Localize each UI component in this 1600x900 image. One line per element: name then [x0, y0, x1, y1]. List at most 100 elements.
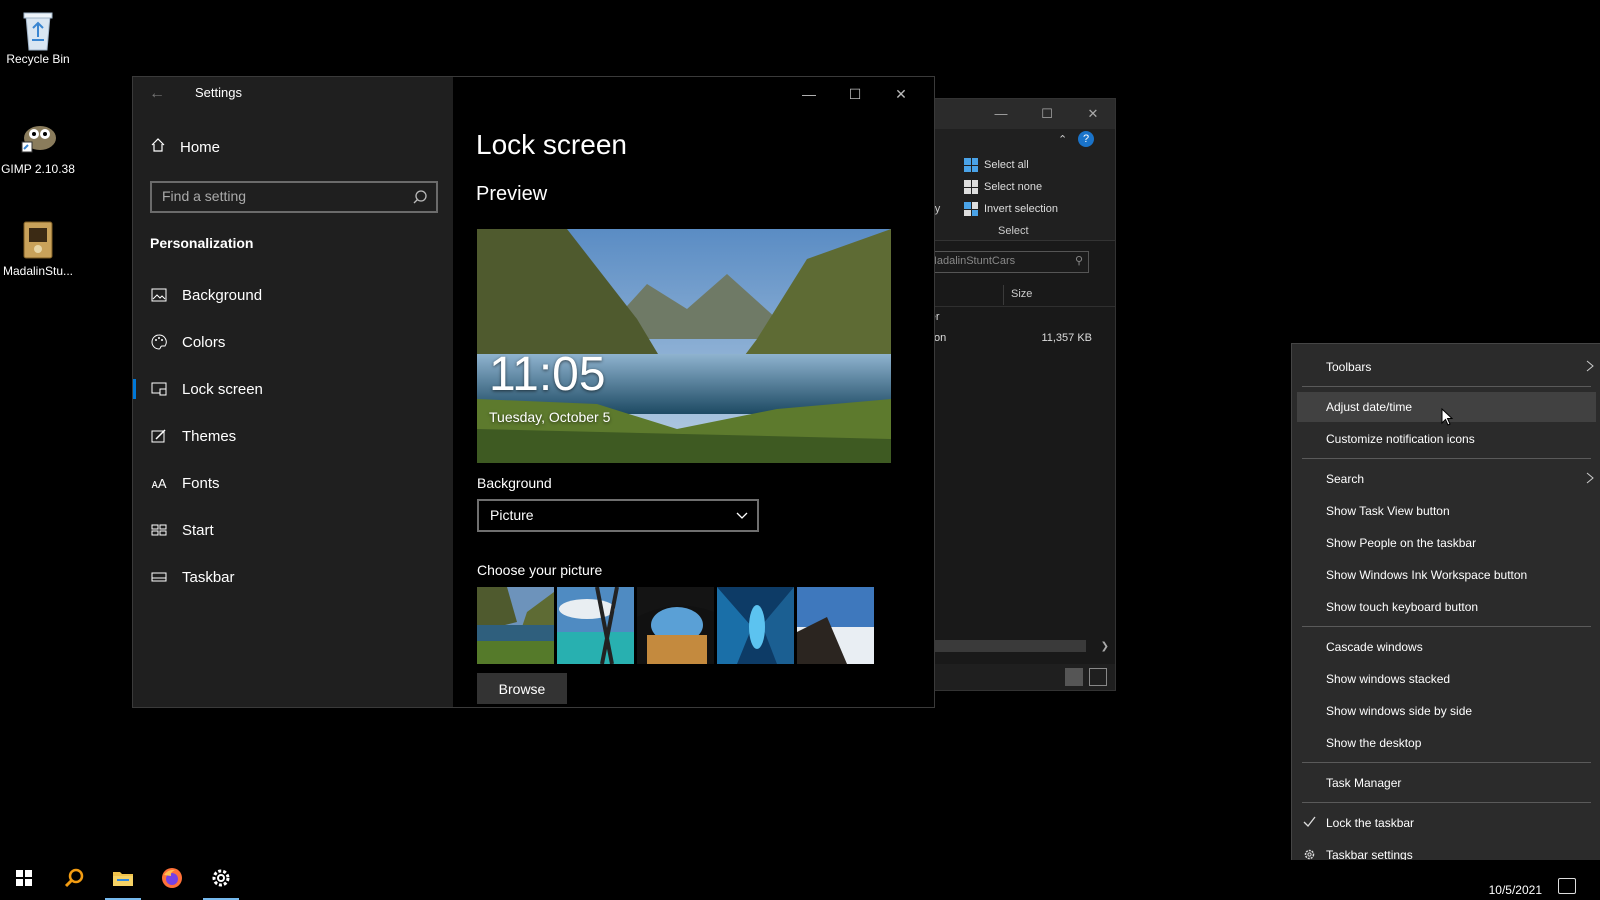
preview-heading: Preview: [476, 183, 548, 205]
list-item[interactable]: lication11,357 KB: [912, 332, 1092, 344]
select-all-button[interactable]: Select all: [964, 158, 1029, 172]
help-icon[interactable]: ?: [1078, 131, 1094, 147]
desktop-icon-gimp[interactable]: GIMP 2.10.38: [0, 118, 76, 176]
close-button[interactable]: ✕: [878, 79, 924, 109]
nav-item-colors[interactable]: Colors: [133, 322, 453, 362]
nav-item-lock-screen[interactable]: Lock screen: [133, 369, 453, 409]
minimize-button[interactable]: —: [986, 104, 1016, 124]
menu-item-show-ink-workspace[interactable]: Show Windows Ink Workspace button: [1292, 560, 1600, 590]
search-icon: ⚲: [1074, 255, 1083, 267]
search-icon: [412, 189, 428, 208]
file-explorer-window[interactable]: — ☐ ✕ ⌃ ? pen dit istory Select all Sele…: [905, 98, 1116, 691]
menu-item-task-manager[interactable]: Task Manager: [1292, 768, 1600, 798]
nav-item-fonts[interactable]: ᴀΑ Fonts: [133, 463, 453, 503]
close-button[interactable]: ✕: [1078, 104, 1108, 124]
nav-item-background[interactable]: Background: [133, 275, 453, 315]
browse-button[interactable]: Browse: [477, 673, 567, 704]
menu-separator: [1302, 802, 1591, 803]
application-icon: [18, 220, 58, 260]
scroll-right-icon[interactable]: ❯: [1101, 641, 1109, 652]
menu-item-windows-side-by-side[interactable]: Show windows side by side: [1292, 696, 1600, 726]
lock-time: 11:05: [489, 348, 606, 401]
nav-item-start[interactable]: Start: [133, 510, 453, 550]
file-explorer-button[interactable]: [99, 860, 147, 900]
invert-selection-button[interactable]: Invert selection: [964, 202, 1058, 216]
window-title: Settings: [195, 85, 242, 100]
picture-thumbnail-arch[interactable]: [637, 587, 714, 664]
menu-separator: [1302, 458, 1591, 459]
explorer-column-header: e Size: [906, 283, 1115, 307]
column-size-header[interactable]: Size: [1011, 288, 1032, 300]
nav-item-themes[interactable]: Themes: [133, 416, 453, 456]
menu-item-show-touch-keyboard[interactable]: Show touch keyboard button: [1292, 592, 1600, 622]
mouse-cursor-icon: [1441, 407, 1454, 431]
settings-sidebar: ← Settings Home Find a setting Personali…: [133, 77, 453, 707]
large-icons-view-icon[interactable]: [1089, 668, 1107, 686]
start-button[interactable]: [0, 860, 48, 900]
back-arrow-icon[interactable]: ←: [149, 85, 165, 103]
select-none-icon: [964, 180, 978, 194]
background-dropdown[interactable]: Picture: [477, 499, 759, 532]
file-explorer-icon: [112, 869, 134, 892]
taskbar-clock-date[interactable]: 10/5/2021: [1489, 883, 1542, 897]
lock-screen-preview: 11:05 Tuesday, October 5: [477, 229, 891, 463]
picture-icon: [150, 286, 168, 304]
taskbar-icon: [150, 568, 168, 586]
select-none-button[interactable]: Select none: [964, 180, 1042, 194]
menu-item-show-desktop[interactable]: Show the desktop: [1292, 728, 1600, 758]
desktop-icon-recycle-bin[interactable]: Recycle Bin: [0, 8, 76, 66]
menu-item-search[interactable]: Search: [1292, 464, 1600, 494]
start-icon: [150, 521, 168, 539]
picture-thumbnail-lake[interactable]: [477, 587, 554, 664]
find-setting-input[interactable]: Find a setting: [150, 181, 438, 213]
chevron-right-icon: [1585, 472, 1595, 487]
home-icon: [150, 137, 166, 157]
minimize-button[interactable]: —: [786, 79, 832, 109]
chevron-right-icon: [1585, 360, 1595, 375]
notification-center-icon[interactable]: [1558, 878, 1576, 894]
picture-thumbnails: [477, 587, 874, 664]
gimp-icon: [18, 118, 58, 158]
menu-item-lock-taskbar[interactable]: Lock the taskbar: [1292, 808, 1600, 838]
explorer-ribbon: ⌃ ? pen dit istory Select all Select non…: [906, 129, 1115, 241]
nav-item-taskbar[interactable]: Taskbar: [133, 557, 453, 597]
search-icon: [63, 867, 85, 894]
firefox-icon: [161, 867, 183, 894]
picture-thumbnail-clouds[interactable]: [797, 587, 874, 664]
details-view-icon[interactable]: [1065, 668, 1083, 686]
nav-home[interactable]: Home: [150, 137, 220, 157]
menu-item-toolbars[interactable]: Toolbars: [1292, 352, 1600, 382]
lock-screen-icon: [150, 380, 168, 398]
picture-thumbnail-ice[interactable]: [717, 587, 794, 664]
desktop-icon-madalin[interactable]: MadalinStu...: [0, 220, 76, 278]
menu-item-show-people[interactable]: Show People on the taskbar: [1292, 528, 1600, 558]
search-button[interactable]: [50, 860, 98, 900]
background-label: Background: [477, 475, 552, 491]
explorer-status-bar: [906, 664, 1115, 690]
settings-window[interactable]: ← Settings Home Find a setting Personali…: [132, 76, 935, 708]
brush-icon: [150, 427, 168, 445]
checkmark-icon: [1303, 816, 1316, 830]
explorer-title-bar[interactable]: — ☐ ✕: [906, 99, 1115, 129]
settings-icon: [210, 867, 232, 894]
maximize-button[interactable]: ☐: [1032, 104, 1062, 124]
start-icon: [15, 869, 33, 892]
window-controls: — ☐ ✕: [786, 79, 924, 109]
picture-thumbnail-water[interactable]: [557, 587, 634, 664]
menu-item-windows-stacked[interactable]: Show windows stacked: [1292, 664, 1600, 694]
column-divider[interactable]: [1003, 285, 1004, 305]
menu-item-show-task-view[interactable]: Show Task View button: [1292, 496, 1600, 526]
firefox-button[interactable]: [148, 860, 196, 900]
menu-separator: [1302, 386, 1591, 387]
section-personalization: Personalization: [150, 235, 254, 251]
ribbon-collapse-icon[interactable]: ⌃: [1058, 133, 1067, 146]
settings-button[interactable]: [197, 860, 245, 900]
preview-landscape-image: [477, 229, 891, 463]
recycle-bin-icon: [18, 8, 58, 51]
chevron-down-icon: [735, 508, 749, 525]
taskbar: 10/5/2021: [0, 860, 1600, 900]
maximize-button[interactable]: ☐: [832, 79, 878, 109]
menu-item-cascade-windows[interactable]: Cascade windows: [1292, 632, 1600, 662]
lock-date: Tuesday, October 5: [489, 409, 611, 425]
page-title: Lock screen: [476, 129, 627, 160]
